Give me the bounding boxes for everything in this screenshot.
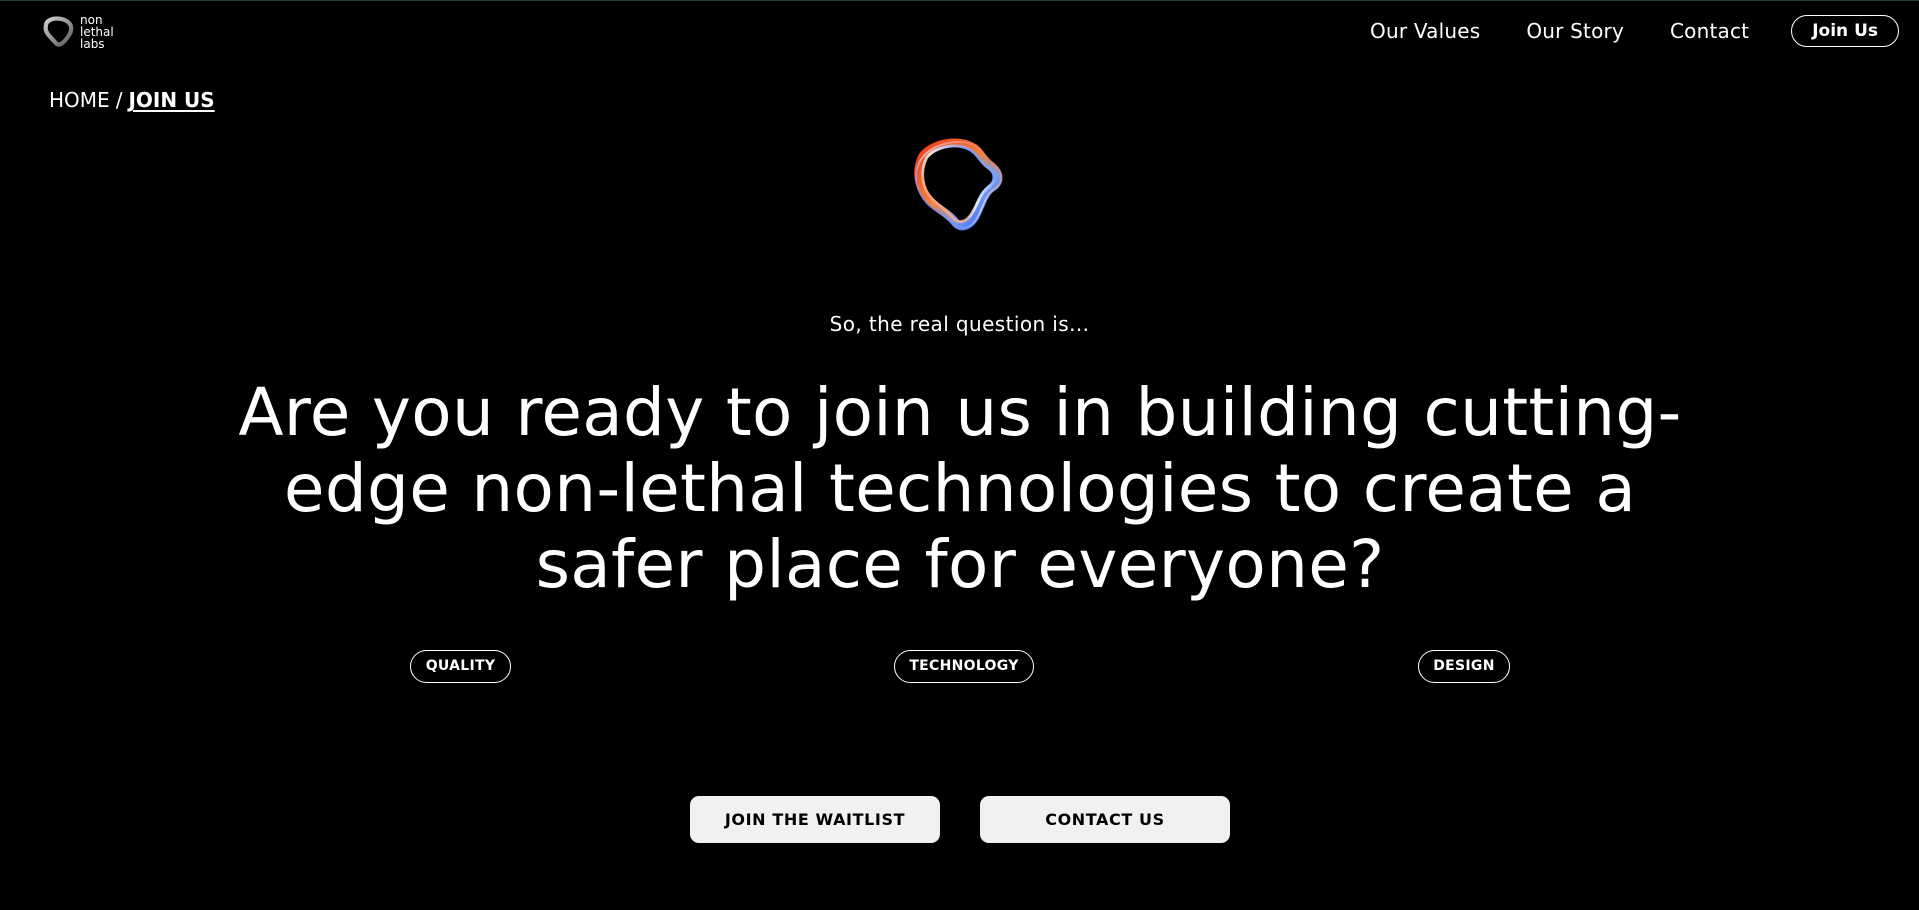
- nav-our-story[interactable]: Our Story: [1526, 19, 1624, 43]
- logo-icon: [43, 16, 74, 47]
- hero-eyebrow: So, the real question is...: [829, 312, 1090, 336]
- logo-wordmark: non lethal labs: [80, 14, 114, 50]
- logo-link[interactable]: non lethal labs: [40, 13, 114, 51]
- breadcrumb-current-link[interactable]: JOIN US: [128, 88, 214, 112]
- tag-technology: TECHNOLOGY: [894, 650, 1034, 683]
- join-waitlist-button[interactable]: JOIN THE WAITLIST: [690, 796, 940, 843]
- join-us-button[interactable]: Join Us: [1791, 15, 1899, 47]
- breadcrumb-separator: /: [115, 88, 123, 112]
- contact-us-button[interactable]: CONTACT US: [980, 796, 1230, 843]
- page: non lethal labs Our Values Our Story Con…: [0, 0, 1919, 910]
- breadcrumb-home-link[interactable]: HOME: [49, 88, 110, 112]
- hero-headline: Are you ready to join us in building cut…: [238, 374, 1682, 603]
- logo-line: labs: [80, 37, 105, 51]
- site-header: non lethal labs Our Values Our Story Con…: [0, 1, 1919, 63]
- tag-design: DESIGN: [1418, 650, 1510, 683]
- tag-quality: QUALITY: [410, 650, 511, 683]
- hero-ring-graphic: [914, 138, 1003, 231]
- breadcrumb: HOME / JOIN US: [49, 88, 215, 112]
- main-nav: Our Values Our Story Contact Join Us: [1324, 15, 1899, 47]
- nav-our-values[interactable]: Our Values: [1370, 19, 1480, 43]
- nav-contact[interactable]: Contact: [1670, 19, 1749, 43]
